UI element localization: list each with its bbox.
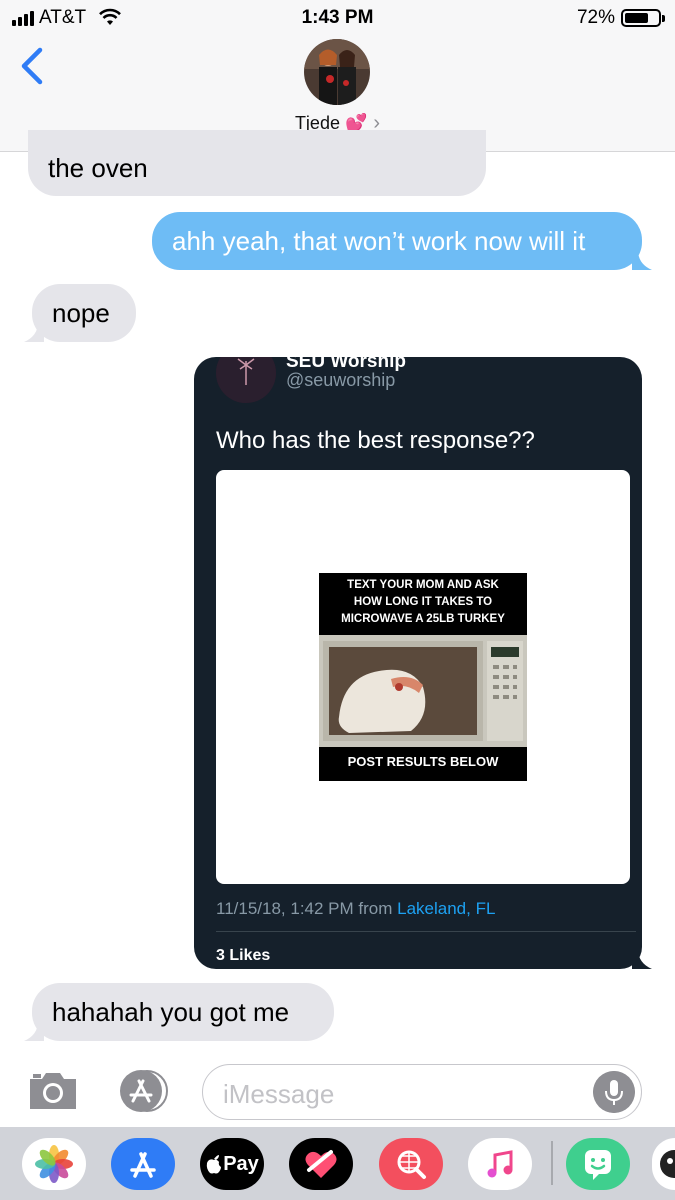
message-text: the oven (48, 153, 148, 183)
digital-touch-button[interactable] (289, 1138, 353, 1190)
tweet-likes-count: 3 Likes (216, 947, 271, 964)
tweet-author-avatar (216, 357, 276, 403)
message-text: ahh yeah, that won’t work now will it (172, 226, 586, 256)
meme-bottom-text: POST RESULTS BELOW (347, 754, 499, 769)
camera-icon[interactable] (26, 1069, 80, 1111)
battery-percent: 72% (576, 7, 615, 28)
tweet-author-handle: @seuworship (286, 370, 396, 390)
app-store-drawer-icon[interactable] (114, 1069, 172, 1113)
apple-pay-label: Pay (223, 1152, 259, 1175)
back-chevron-icon[interactable] (18, 44, 48, 88)
photos-icon (35, 1145, 73, 1183)
bitmoji-button[interactable] (566, 1138, 630, 1190)
message-text: nope (52, 298, 110, 328)
contact-avatar[interactable] (304, 39, 370, 105)
clock: 1:43 PM (301, 7, 374, 28)
apple-pay-icon (207, 1155, 222, 1174)
music-icon (487, 1150, 513, 1178)
tweet-divider (216, 931, 636, 932)
battery-icon (621, 9, 665, 27)
status-bar: AT&T 1:43 PM 72% (0, 6, 675, 32)
tweet-screenshot-image[interactable]: SEU Worship @seuworship Who has the best… (194, 357, 642, 969)
photos-app-button[interactable] (22, 1138, 86, 1190)
message-input[interactable]: iMessage (202, 1064, 642, 1120)
imessage-app-tray: Pay (0, 1127, 675, 1200)
message-bubble-incoming[interactable]: nope (24, 284, 136, 342)
message-bubble-outgoing[interactable]: ahh yeah, that won’t work now will it (152, 212, 652, 270)
microphone-icon[interactable] (593, 1071, 635, 1113)
turkey-meme-image: TEXT YOUR MOM AND ASK HOW LONG IT TAKES … (319, 573, 527, 781)
tweet-media-card: TEXT YOUR MOM AND ASK HOW LONG IT TAKES … (216, 470, 630, 884)
app-store-icon (130, 1152, 156, 1178)
message-bubble-incoming[interactable]: the oven (28, 130, 486, 196)
music-app-button[interactable] (468, 1138, 532, 1190)
bitmoji-icon (585, 1150, 611, 1180)
app-store-button[interactable] (111, 1138, 175, 1190)
compose-bar: iMessage (0, 1055, 675, 1127)
message-input-placeholder: iMessage (223, 1079, 335, 1109)
heart-sticker-icon (305, 1150, 337, 1178)
tweet-text: Who has the best response?? (216, 427, 535, 454)
message-bubble-incoming[interactable]: hahahah you got me (24, 983, 334, 1041)
message-text: hahahah you got me (52, 997, 290, 1027)
tweet-location-link: Lakeland, FL (397, 899, 496, 918)
tweet-timestamp: 11/15/18, 1:42 PM from Lakeland, FL (216, 899, 496, 918)
meme-top-text: TEXT YOUR MOM AND ASK HOW LONG IT TAKES … (341, 579, 505, 625)
web-images-button[interactable] (379, 1138, 443, 1190)
more-app-icon (660, 1150, 675, 1178)
tray-separator (551, 1141, 553, 1185)
apple-pay-button[interactable]: Pay (200, 1138, 264, 1190)
more-app-button[interactable] (652, 1138, 675, 1190)
web-search-icon (397, 1150, 426, 1179)
microwave-photo (319, 635, 527, 747)
